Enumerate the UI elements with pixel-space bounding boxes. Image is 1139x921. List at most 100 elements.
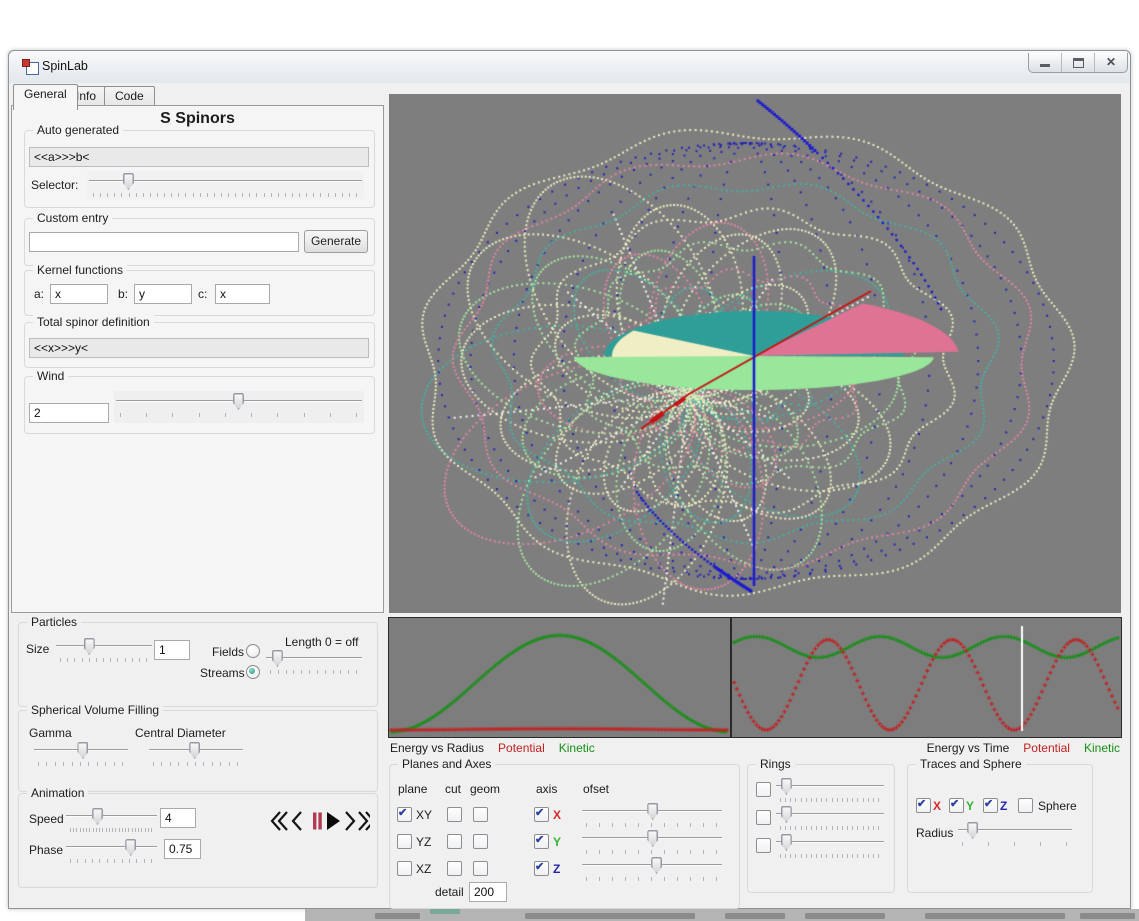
sphere-checkbox[interactable] <box>1018 798 1033 813</box>
slider-thumb[interactable] <box>651 857 662 874</box>
ring-3-checkbox[interactable] <box>756 838 771 853</box>
slider-tick <box>285 193 286 197</box>
step-forward-icon[interactable] <box>346 812 354 830</box>
size-value-input[interactable]: 1 <box>154 640 190 660</box>
slider-thumb[interactable] <box>77 742 88 759</box>
trace-z-checkbox[interactable] <box>983 798 998 813</box>
step-last-icon[interactable] <box>359 812 367 830</box>
trace-x-checkbox[interactable] <box>916 798 931 813</box>
ofset-x-slider[interactable] <box>580 801 724 827</box>
wind-slider[interactable] <box>114 391 364 423</box>
axis-z-checkbox[interactable] <box>534 861 549 876</box>
step-back-icon[interactable] <box>293 812 301 830</box>
slider-thumb[interactable] <box>781 778 792 795</box>
slider-tick <box>292 193 293 197</box>
plane-xy-checkbox[interactable] <box>397 807 412 822</box>
radius-slider[interactable] <box>956 820 1074 846</box>
group-total-spinor: Total spinor definition <<x>>>y< <box>24 322 375 368</box>
slider-tick <box>857 826 858 830</box>
slider-tick <box>301 670 302 674</box>
minimize-button[interactable] <box>1029 53 1062 72</box>
playback-controls <box>270 809 370 833</box>
total-spinor-value[interactable]: <<x>>>y< <box>29 338 369 358</box>
slider-thumb[interactable] <box>125 839 136 856</box>
geom-xz-checkbox[interactable] <box>473 861 488 876</box>
central-diameter-slider[interactable] <box>147 740 245 766</box>
slider-tick <box>873 854 874 858</box>
size-slider[interactable] <box>54 636 154 662</box>
ring-2-checkbox[interactable] <box>756 810 771 825</box>
trace-y-checkbox[interactable] <box>949 798 964 813</box>
maximize-button[interactable] <box>1062 53 1095 72</box>
streams-radio[interactable] <box>246 665 260 679</box>
speed-label: Speed <box>29 812 64 826</box>
slider-groove[interactable] <box>66 846 157 848</box>
ofset-z-slider[interactable] <box>580 855 724 881</box>
slider-groove[interactable] <box>66 815 157 817</box>
kernel-a-input[interactable]: x <box>50 284 108 304</box>
plane-yz-checkbox[interactable] <box>397 834 412 849</box>
kernel-c-input[interactable]: x <box>215 284 270 304</box>
slider-thumb[interactable] <box>781 806 792 823</box>
length-slider[interactable] <box>264 648 364 674</box>
col-axis: axis <box>536 782 557 796</box>
slider-thumb[interactable] <box>189 742 200 759</box>
ring-1-checkbox[interactable] <box>756 782 771 797</box>
close-icon: ✕ <box>1095 55 1127 69</box>
close-button[interactable]: ✕ <box>1095 53 1127 72</box>
slider-thumb[interactable] <box>967 822 978 839</box>
tab-general[interactable]: General <box>13 84 78 110</box>
kernel-b-input[interactable]: y <box>134 284 192 304</box>
slider-tick <box>586 823 587 827</box>
fields-radio[interactable] <box>246 644 260 658</box>
group-auto-generated: Auto generated <<a>>>b< Selector: <box>24 130 375 208</box>
slider-tick <box>703 823 704 827</box>
slider-thumb[interactable] <box>781 834 792 851</box>
geom-xy-checkbox[interactable] <box>473 807 488 822</box>
speed-value-input[interactable]: 4 <box>160 808 196 828</box>
plane-xz-checkbox[interactable] <box>397 861 412 876</box>
cut-xy-checkbox[interactable] <box>447 807 462 822</box>
sphere-label: Sphere <box>1038 799 1077 813</box>
ofset-y-slider[interactable] <box>580 828 724 854</box>
phase-value-input[interactable]: 0.75 <box>164 839 201 859</box>
cut-xz-checkbox[interactable] <box>447 861 462 876</box>
ring-2-slider[interactable] <box>774 804 886 830</box>
slider-tick <box>135 828 136 832</box>
custom-entry-input[interactable] <box>29 232 299 252</box>
slider-groove[interactable] <box>776 813 884 815</box>
slider-thumb[interactable] <box>647 830 658 847</box>
slider-tick <box>842 826 843 830</box>
speed-slider[interactable] <box>64 806 159 832</box>
geom-yz-checkbox[interactable] <box>473 834 488 849</box>
ring-1-slider[interactable] <box>774 776 886 802</box>
cut-yz-checkbox[interactable] <box>447 834 462 849</box>
generate-button[interactable]: Generate <box>304 230 368 253</box>
axis-x-checkbox[interactable] <box>534 807 549 822</box>
slider-thumb[interactable] <box>123 173 134 190</box>
title-bar[interactable]: SpinLab ✕ <box>9 51 1130 83</box>
auto-generated-value[interactable]: <<a>>>b< <box>29 147 369 167</box>
wind-input[interactable]: 2 <box>29 403 109 423</box>
slider-tick <box>690 877 691 881</box>
slider-groove[interactable] <box>776 841 884 843</box>
play-icon[interactable] <box>327 812 340 830</box>
pause-icon[interactable] <box>313 813 316 830</box>
slider-tick <box>249 193 250 197</box>
slider-groove[interactable] <box>776 785 884 787</box>
spinor-3d-viewport[interactable] <box>389 94 1121 613</box>
phase-slider[interactable] <box>64 837 159 863</box>
slider-groove[interactable] <box>56 645 152 647</box>
gamma-slider[interactable] <box>32 740 130 766</box>
slider-tick <box>125 828 126 832</box>
slider-thumb[interactable] <box>92 808 103 825</box>
slider-thumb[interactable] <box>647 803 658 820</box>
ring-3-slider[interactable] <box>774 832 886 858</box>
slider-thumb[interactable] <box>84 638 95 655</box>
axis-y-checkbox[interactable] <box>534 834 549 849</box>
slider-thumb[interactable] <box>233 393 244 410</box>
step-first-icon2[interactable] <box>279 812 287 830</box>
selector-slider[interactable] <box>87 171 364 199</box>
slider-thumb[interactable] <box>272 650 283 667</box>
detail-input[interactable]: 200 <box>469 882 507 902</box>
